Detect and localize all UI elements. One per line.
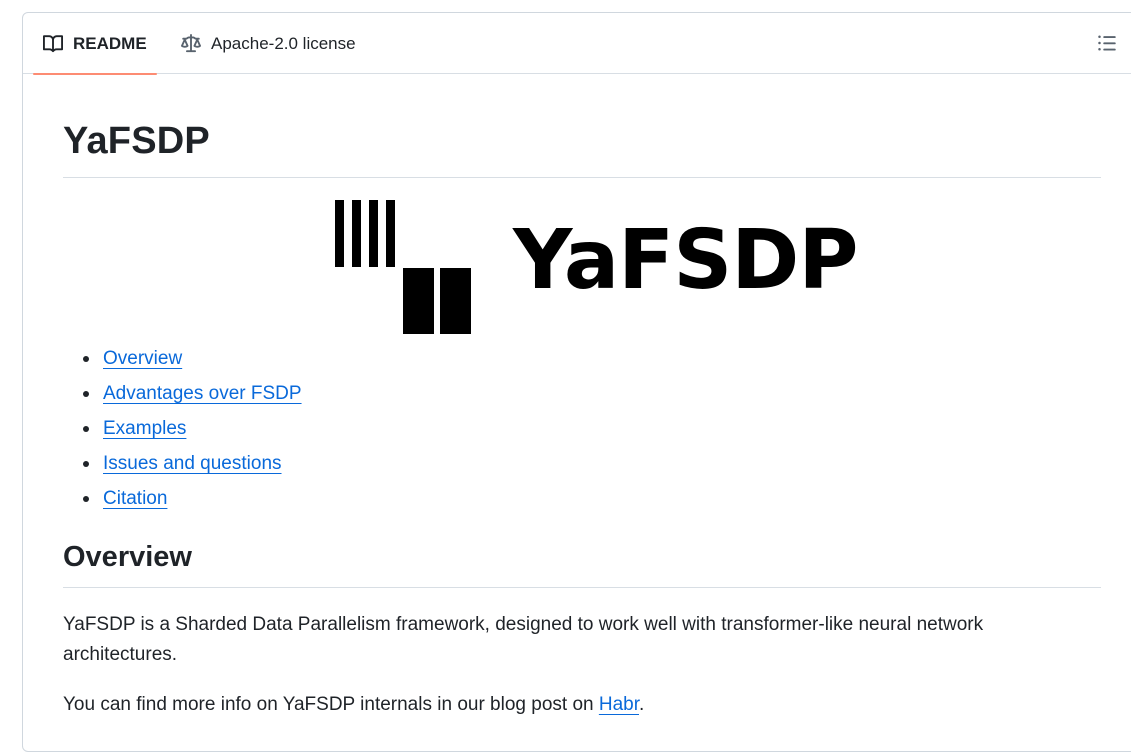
blog-paragraph-end: . [639,694,645,715]
toc-link-overview[interactable]: Overview [103,348,182,369]
readme-title: YaFSDP [63,120,210,162]
scale-icon [181,33,201,54]
toc-item: Examples [83,415,302,450]
readme-tabbar: README Apache-2.0 license [23,13,1131,75]
tab-readme[interactable]: README [33,13,157,75]
yafsdp-logo: YaFSDP [333,198,858,336]
toc-link-issues[interactable]: Issues and questions [103,453,282,474]
logo-mark [335,200,471,334]
tab-readme-label: README [73,33,147,53]
toc-item: Overview [83,345,302,380]
tab-license-label: Apache-2.0 license [211,33,356,53]
outline-button[interactable] [1093,31,1121,59]
toc-item: Issues and questions [83,450,302,485]
toc-link-advantages[interactable]: Advantages over FSDP [103,383,302,404]
toc-link-citation[interactable]: Citation [103,488,167,509]
toc-link-examples[interactable]: Examples [103,418,186,439]
tab-license[interactable]: Apache-2.0 license [171,13,366,74]
overview-paragraph: YaFSDP is a Sharded Data Parallelism fra… [63,614,984,665]
title-divider [63,177,1101,178]
toc-item: Advantages over FSDP [83,380,302,415]
blog-paragraph: You can find more info on YaFSDP interna… [63,690,1063,720]
list-icon [1097,33,1117,58]
readme-panel: README Apache-2.0 license YaFSDP YaFSDP … [22,12,1131,752]
logo-wordmark: YaFSDP [513,213,858,308]
toc-item: Citation [83,485,302,520]
book-icon [43,34,63,54]
overview-divider [63,587,1101,588]
habr-link[interactable]: Habr [599,694,639,715]
overview-heading: Overview [63,541,192,573]
blog-paragraph-text: You can find more info on YaFSDP interna… [63,694,599,715]
table-of-contents: Overview Advantages over FSDP Examples I… [63,345,302,520]
